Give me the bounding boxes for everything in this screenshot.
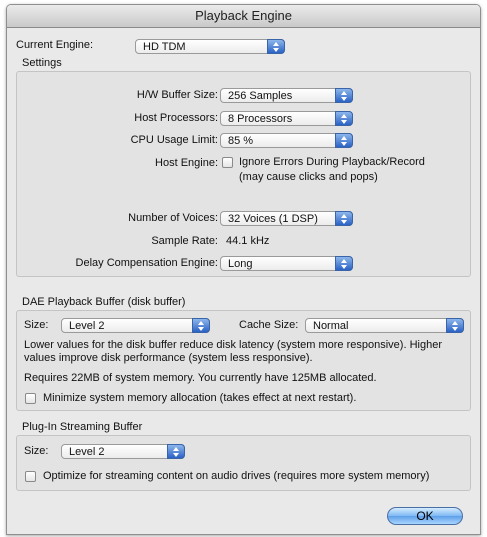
current-engine-value: HD TDM: [143, 41, 186, 53]
dae-title: DAE Playback Buffer (disk buffer): [22, 296, 186, 308]
plugin-size-label: Size:: [24, 445, 49, 457]
host-engine-label: Host Engine:: [155, 157, 218, 169]
voices-label: Number of Voices:: [128, 212, 218, 224]
dae-description-line1: Lower values for the disk buffer reduce …: [24, 339, 442, 351]
optimize-streaming-label: Optimize for streaming content on audio …: [43, 470, 430, 482]
delay-comp-label: Delay Compensation Engine:: [75, 257, 218, 269]
ignore-errors-label: Ignore Errors During Playback/Record: [239, 156, 425, 168]
plugin-size-value: Level 2: [69, 446, 105, 458]
ignore-errors-checkbox[interactable]: [222, 157, 233, 168]
hw-buffer-label: H/W Buffer Size:: [136, 89, 218, 101]
hw-buffer-select[interactable]: 256 Samples: [220, 88, 353, 103]
cache-size-select[interactable]: Normal: [305, 318, 464, 333]
host-processors-label: Host Processors:: [134, 112, 218, 124]
popup-arrows-icon: [335, 211, 353, 226]
hw-buffer-value: 256 Samples: [228, 90, 293, 102]
popup-arrows-icon: [446, 318, 464, 333]
optimize-streaming-checkbox[interactable]: [25, 471, 36, 482]
plugin-title: Plug-In Streaming Buffer: [22, 421, 143, 433]
ignore-errors-note: (may cause clicks and pops): [239, 171, 378, 183]
window-title: Playback Engine: [7, 5, 480, 28]
delay-comp-value: Long: [228, 258, 253, 270]
host-processors-value: 8 Processors: [228, 113, 293, 125]
dae-memory-text: Requires 22MB of system memory. You curr…: [24, 372, 377, 384]
sample-rate-value: 44.1 kHz: [226, 235, 270, 247]
popup-arrows-icon: [192, 318, 210, 333]
ok-button[interactable]: OK: [387, 507, 463, 525]
delay-comp-select[interactable]: Long: [220, 256, 353, 271]
minimize-memory-label: Minimize system memory allocation (takes…: [43, 392, 357, 404]
voices-select[interactable]: 32 Voices (1 DSP): [220, 211, 353, 226]
current-engine-select[interactable]: HD TDM: [135, 39, 285, 54]
dae-size-value: Level 2: [69, 320, 105, 332]
cpu-limit-label: CPU Usage Limit:: [130, 134, 218, 146]
cache-size-value: Normal: [313, 320, 349, 332]
voices-value: 32 Voices (1 DSP): [228, 213, 318, 225]
cpu-limit-value: 85 %: [228, 135, 254, 147]
host-processors-select[interactable]: 8 Processors: [220, 111, 353, 126]
plugin-size-select[interactable]: Level 2: [61, 444, 185, 459]
dae-description-line2: values improve disk performance (system …: [24, 352, 313, 364]
current-engine-label: Current Engine:: [16, 39, 94, 51]
popup-arrows-icon: [335, 133, 353, 148]
cache-size-label: Cache Size:: [239, 319, 299, 331]
popup-arrows-icon: [267, 39, 285, 54]
playback-engine-dialog: Playback Engine Current Engine: HD TDM S…: [6, 4, 481, 535]
popup-arrows-icon: [335, 111, 353, 126]
popup-arrows-icon: [335, 88, 353, 103]
dae-size-label: Size:: [24, 319, 49, 331]
popup-arrows-icon: [167, 444, 185, 459]
settings-title: Settings: [22, 57, 62, 69]
dae-size-select[interactable]: Level 2: [61, 318, 210, 333]
popup-arrows-icon: [335, 256, 353, 271]
minimize-memory-checkbox[interactable]: [25, 393, 36, 404]
sample-rate-label: Sample Rate:: [151, 235, 218, 247]
cpu-limit-select[interactable]: 85 %: [220, 133, 353, 148]
